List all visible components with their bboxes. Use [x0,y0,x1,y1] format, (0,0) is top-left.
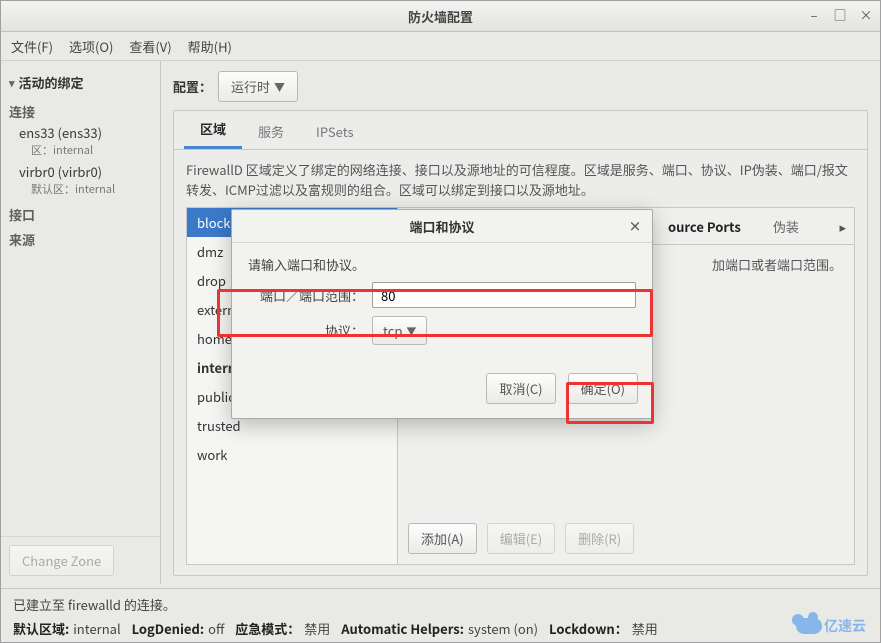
tab-zones[interactable]: 区域 [184,111,242,149]
menu-view[interactable]: 查看(V) [129,37,171,56]
status-logdenied-label: LogDenied: [132,619,205,638]
status-panic-value: 禁用 [304,619,330,638]
cloud-icon [796,618,822,634]
change-zone-button[interactable]: Change Zone [9,545,114,576]
chevron-down-icon: ▾ [9,75,15,91]
close-icon[interactable]: × [858,6,874,22]
status-defaultzone-value: internal [73,619,120,638]
section-interfaces: 接口 [7,199,154,224]
status-defaultzone-label: 默认区域: [13,619,69,638]
section-sources: 来源 [7,224,154,249]
status-logdenied-value: off [208,619,224,638]
status-lockdown-label: Lockdown： [549,619,628,638]
conn-name: ens33 (ens33) [19,123,154,142]
menu-options[interactable]: 选项(O) [69,37,113,56]
config-select[interactable]: 运行时 ▼ [218,71,298,102]
detail-tab-masq[interactable]: 伪装 [757,217,815,236]
sidebar-item-ens33[interactable]: ens33 (ens33) 区：internal [7,121,154,160]
status-autohelpers-label: Automatic Helpers: [341,619,464,638]
sidebar: ▾ 活动的绑定 连接 ens33 (ens33) 区：internal virb… [1,61,161,584]
section-connections: 连接 [7,96,154,121]
maximize-icon[interactable]: □ [832,6,848,22]
dialog-hint: 请输入端口和协议。 [248,255,636,274]
config-label: 配置： [173,77,212,96]
menubar: 文件(F) 选项(O) 查看(V) 帮助(H) [1,32,880,61]
delete-button[interactable]: 删除(R) [565,523,634,554]
annotation-port-highlight [217,289,653,337]
sidebar-heading-label: 活动的绑定 [19,73,84,92]
config-row: 配置： 运行时 ▼ [173,71,868,102]
status-panic-label: 应急模式： [235,619,300,638]
firewall-config-window: 防火墙配置 – □ × 文件(F) 选项(O) 查看(V) 帮助(H) ▾ 活动… [0,0,881,643]
conn-zone: 区：internal [19,142,154,158]
status-line2: 默认区域: internal LogDenied: off 应急模式： 禁用 A… [13,619,868,638]
add-button[interactable]: 添加(A) [408,523,477,554]
detail-tabs-scroll-right-icon[interactable]: ▸ [831,217,854,236]
annotation-ok-highlight [566,382,654,424]
minimize-icon[interactable]: – [806,6,822,22]
zone-item-work[interactable]: work [187,440,397,469]
status-autohelpers-value: system (on) [468,619,538,638]
window-controls: – □ × [806,6,874,22]
cancel-button[interactable]: 取消(C) [486,373,555,404]
detail-actions: 添加(A) 编辑(E) 删除(R) [398,513,854,564]
menu-help[interactable]: 帮助(H) [188,37,232,56]
sidebar-top: ▾ 活动的绑定 连接 ens33 (ens33) 区：internal virb… [1,61,160,536]
window-title: 防火墙配置 [408,7,473,26]
status-lockdown-value: 禁用 [632,619,658,638]
conn-name: virbr0 (virbr0) [19,162,154,181]
status-line1: 已建立至 firewalld 的连接。 [13,595,868,614]
conn-zone: 默认区：internal [19,181,154,197]
tab-ipsets[interactable]: IPSets [300,114,370,149]
dialog-titlebar: 端口和协议 × [232,210,652,243]
watermark-logo: 亿速云 [796,616,866,636]
config-value: 运行时 [231,77,270,96]
sidebar-item-virbr0[interactable]: virbr0 (virbr0) 默认区：internal [7,160,154,199]
sidebar-heading[interactable]: ▾ 活动的绑定 [7,69,154,96]
dialog-close-icon[interactable]: × [626,216,644,234]
tab-services[interactable]: 服务 [242,114,300,149]
chevron-down-icon: ▼ [274,79,285,95]
status-bar: 已建立至 firewalld 的连接。 默认区域: internal LogDe… [1,588,880,642]
sidebar-bottom: Change Zone [1,536,160,584]
menu-file[interactable]: 文件(F) [11,37,53,56]
tab-row: 区域 服务 IPSets [174,111,867,150]
edit-button[interactable]: 编辑(E) [487,523,555,554]
zone-description: FirewallD 区域定义了绑定的网络连接、接口以及源地址的可信程度。区域是服… [186,160,855,199]
titlebar: 防火墙配置 – □ × [1,1,880,32]
dialog-title: 端口和协议 [409,217,474,236]
watermark-text: 亿速云 [824,616,866,636]
